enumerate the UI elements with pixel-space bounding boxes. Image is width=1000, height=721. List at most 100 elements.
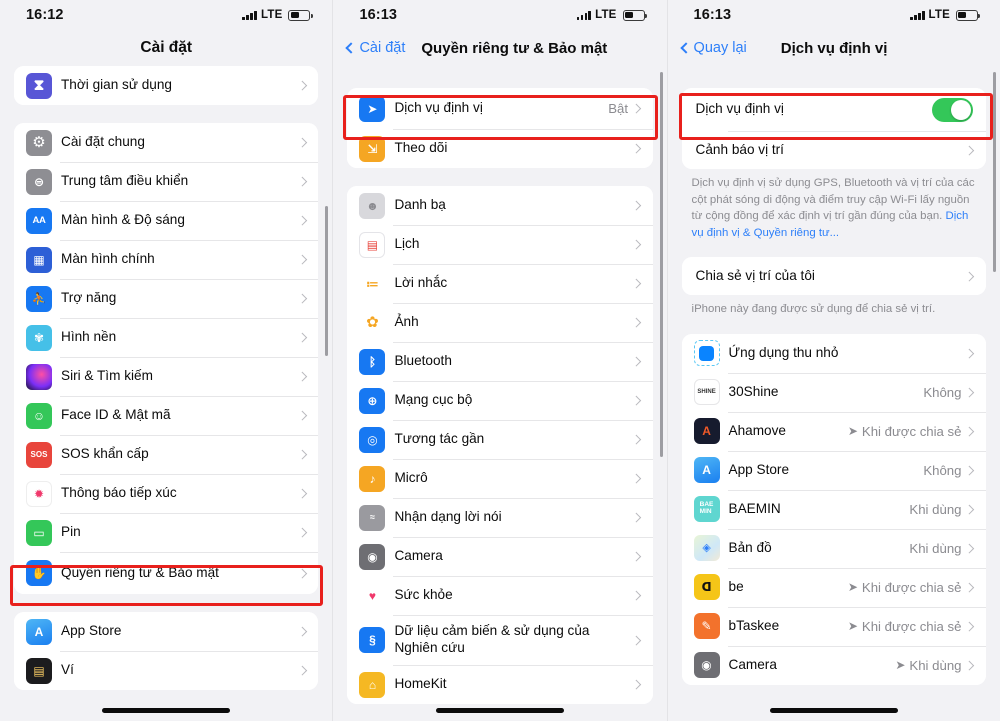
back-button[interactable]: Quay lại — [679, 40, 747, 56]
list-item-location-services-toggle[interactable]: Dịch vụ định vị — [681, 88, 986, 131]
row-label: Lịch — [394, 236, 420, 251]
sidebar-item-screen-time[interactable]: ⧗ Thời gian sử dụng — [14, 66, 319, 105]
row-label: Nhận dạng lời nói — [394, 509, 502, 524]
battery-settings-icon: ▭ — [26, 519, 52, 546]
page-title: Cài đặt — [140, 39, 193, 56]
tracking-icon: ⇲ — [359, 135, 386, 162]
chevron-right-icon — [631, 395, 641, 406]
back-button[interactable]: Cài đặt — [345, 40, 405, 56]
list-item-calendar[interactable]: ▤ Lịch — [347, 225, 653, 264]
list-item-homekit[interactable]: ⌂ HomeKit — [347, 665, 653, 704]
list-item-be[interactable]: ᗡ be ➤ Khi được chia sẻ — [681, 567, 986, 607]
ahamove-icon: A — [693, 418, 720, 445]
settings-group-main: ⚙ Cài đặt chung ⊜ Trung tâm điều khiển A… — [14, 123, 319, 594]
chevron-right-icon — [297, 176, 307, 187]
chevron-right-icon — [631, 239, 641, 250]
list-item-30shine[interactable]: SHINE 30Shine Không — [681, 372, 986, 412]
location-footnote-primary: Dịch vụ định vị sử dụng GPS, Bluetooth v… — [692, 175, 978, 241]
list-item-contacts[interactable]: ☻ Danh bạ — [347, 186, 653, 225]
chevron-right-icon — [965, 465, 975, 475]
row-label: 30Shine — [728, 383, 779, 399]
faceid-icon: ☺ — [26, 402, 52, 429]
list-item-speech-recognition[interactable]: ≈ Nhận dạng lời nói — [347, 498, 653, 537]
list-item-app-clips[interactable]: Ứng dụng thu nhỏ — [681, 333, 986, 373]
sidebar-item-home-screen[interactable]: ▦ Màn hình chính — [14, 240, 319, 279]
sidebar-item-exposure-notifications[interactable]: ✹ Thông báo tiếp xúc — [14, 474, 319, 513]
list-item-local-network[interactable]: ⊕ Mạng cục bộ — [347, 381, 653, 420]
list-item-location-alerts[interactable]: Cảnh báo vị trí — [681, 131, 986, 169]
list-item-ahamove[interactable]: A Ahamove ➤ Khi được chia sẻ — [681, 411, 986, 451]
sidebar-item-emergency-sos[interactable]: SOS SOS khẩn cấp — [14, 435, 319, 474]
be-icon: ᗡ — [693, 574, 720, 601]
list-item-research-sensor-data[interactable]: § Dữ liệu cảm biến & sử dụng của Nghiên … — [347, 615, 653, 665]
chevron-right-icon — [297, 568, 307, 578]
row-label: Chia sẻ vị trí của tôi — [695, 267, 815, 283]
chevron-right-icon — [297, 80, 307, 91]
chevron-right-icon — [965, 504, 975, 514]
chevron-right-icon — [297, 665, 307, 676]
row-label: HomeKit — [394, 676, 447, 691]
row-label: Thông báo tiếp xúc — [61, 485, 177, 500]
chevron-right-icon — [297, 215, 307, 226]
row-label: Danh bạ — [394, 197, 446, 212]
list-item-btaskee[interactable]: ✎ bTaskee ➤ Khi được chia sẻ — [681, 606, 986, 646]
location-scroll-area[interactable]: Dịch vụ định vị Cảnh báo vị trí Dịch vụ … — [668, 66, 1000, 721]
location-services-toggle[interactable] — [931, 97, 973, 122]
privacy-scroll-area[interactable]: ➤ Dịch vụ định vị Bật ⇲ Theo dõi ☻ Danh — [333, 66, 666, 721]
sidebar-item-display-brightness[interactable]: AA Màn hình & Độ sáng — [14, 201, 319, 240]
sidebar-item-general[interactable]: ⚙ Cài đặt chung — [14, 123, 319, 162]
chevron-right-icon — [965, 348, 975, 358]
row-label: Bluetooth — [394, 353, 452, 368]
list-item-baemin[interactable]: BAE MIN BAEMIN Khi dùng — [681, 489, 986, 529]
speech-recognition-icon: ≈ — [359, 504, 386, 531]
homekit-icon: ⌂ — [359, 671, 386, 698]
page-title: Quyền riêng tư & Bảo mật — [421, 39, 608, 57]
panel-location-services: 16:13 LTE Quay lại Dịch vụ định vị Dịch … — [667, 0, 1000, 721]
carrier-label: LTE — [260, 9, 283, 21]
sos-icon: SOS — [26, 441, 52, 468]
sidebar-item-accessibility[interactable]: ⛹ Trợ năng — [14, 279, 319, 318]
share-location-group: Chia sẻ vị trí của tôi — [681, 257, 986, 296]
privacy-group-top: ➤ Dịch vụ định vị Bật ⇲ Theo dõi — [347, 88, 653, 168]
row-label: Mạng cục bộ — [394, 392, 473, 407]
row-value: Khi dùng — [909, 540, 962, 556]
chevron-right-icon — [965, 271, 975, 281]
sidebar-item-control-center[interactable]: ⊜ Trung tâm điều khiển — [14, 162, 319, 201]
list-item-tracking[interactable]: ⇲ Theo dõi — [347, 129, 653, 168]
row-label: Theo dõi — [394, 140, 448, 155]
status-time: 16:12 — [26, 7, 64, 23]
list-item-microphone[interactable]: ♪ Micrô — [347, 459, 653, 498]
sidebar-item-privacy-security[interactable]: ✋ Quyền riêng tư & Bảo mật — [14, 552, 319, 594]
scrollbar-location[interactable] — [992, 72, 996, 272]
list-item-camera[interactable]: ◉ Camera ➤ Khi dùng — [681, 645, 986, 685]
list-item-health[interactable]: ♥ Sức khỏe — [347, 576, 653, 615]
sidebar-item-face-id-passcode[interactable]: ☺ Face ID & Mật mã — [14, 396, 319, 435]
row-label: Ảnh — [394, 314, 419, 329]
list-item-nearby-interactions[interactable]: ◎ Tương tác gần — [347, 420, 653, 459]
health-icon: ♥ — [359, 582, 386, 609]
list-item-reminders[interactable]: ≔ Lời nhắc — [347, 264, 653, 303]
chevron-right-icon — [297, 137, 307, 148]
control-center-icon: ⊜ — [26, 168, 52, 195]
settings-scroll-area[interactable]: ⧗ Thời gian sử dụng ⚙ Cài đặt chung ⊜ Tr… — [0, 66, 332, 721]
list-item-photos[interactable]: ✿ Ảnh — [347, 303, 653, 342]
scrollbar-settings[interactable] — [325, 206, 329, 356]
list-item-bluetooth[interactable]: ᛒ Bluetooth — [347, 342, 653, 381]
chevron-right-icon — [297, 371, 307, 382]
location-arrow-indicator: ➤ — [847, 424, 858, 439]
sidebar-item-wallpaper[interactable]: ✾ Hình nền — [14, 318, 319, 357]
list-item-app-store[interactable]: A App Store Không — [681, 450, 986, 490]
chevron-right-icon — [631, 551, 641, 562]
scrollbar-privacy[interactable] — [659, 72, 663, 457]
sidebar-item-wallet[interactable]: ▤ Ví — [14, 651, 319, 690]
sidebar-item-app-store[interactable]: A App Store — [14, 612, 319, 651]
sidebar-item-siri-search[interactable]: ◉ Siri & Tìm kiếm — [14, 357, 319, 396]
row-value: ➤ Khi được chia sẻ — [848, 580, 962, 595]
app-permissions-group: Ứng dụng thu nhỏ SHINE 30Shine Không A A… — [681, 333, 986, 685]
list-item-maps[interactable]: ◈ Bản đồ Khi dùng — [681, 528, 986, 568]
carrier-label: LTE — [595, 9, 617, 21]
list-item-location-services[interactable]: ➤ Dịch vụ định vị Bật — [347, 88, 653, 129]
sidebar-item-battery[interactable]: ▭ Pin — [14, 513, 319, 552]
list-item-camera[interactable]: ◉ Camera — [347, 537, 653, 576]
list-item-share-my-location[interactable]: Chia sẻ vị trí của tôi — [681, 257, 986, 296]
